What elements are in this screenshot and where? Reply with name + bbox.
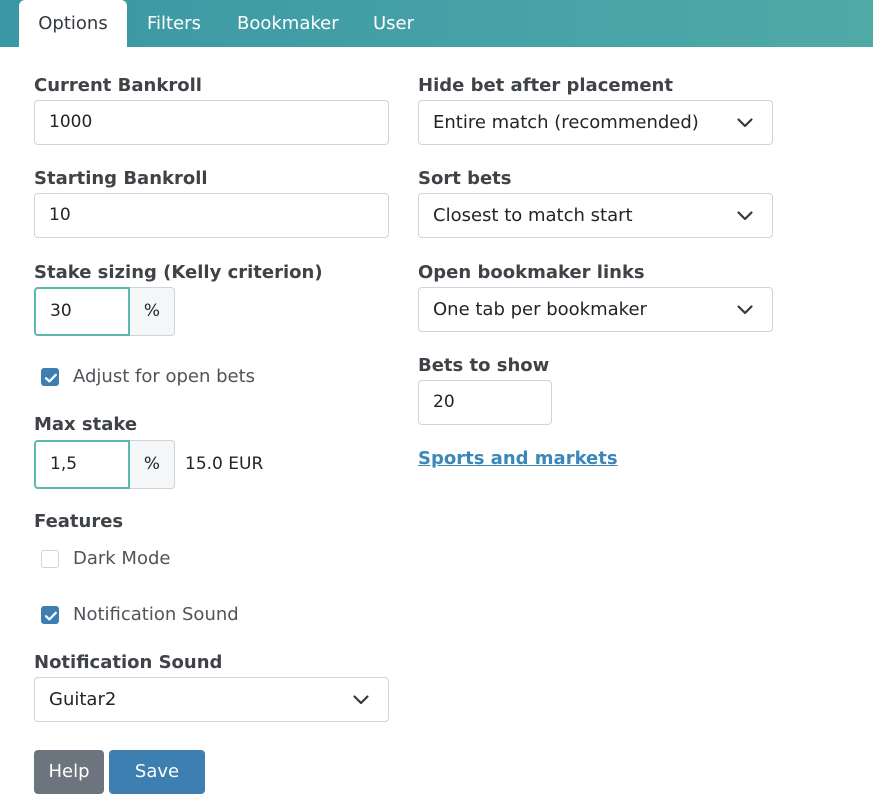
save-button[interactable]: Save [109,750,205,794]
sports-and-markets-link[interactable]: Sports and markets [418,448,618,469]
bets-to-show-label: Bets to show [418,355,550,376]
checkmark-icon [44,373,57,383]
stake-sizing-percent-addon: % [130,287,175,336]
tab-filters[interactable]: Filters [147,0,201,47]
tab-bar: Options Filters Bookmaker User [0,0,873,47]
chevron-down-icon [353,695,369,705]
open-links-select[interactable]: One tab per bookmaker [418,287,773,332]
notification-sound-select[interactable]: Guitar2 [34,677,389,722]
hide-bet-label: Hide bet after placement [418,75,673,96]
stake-sizing-input[interactable]: 30 [34,287,130,336]
checkmark-icon [44,611,57,621]
sort-bets-select-value: Closest to match start [433,205,633,226]
dark-mode-checkbox[interactable] [41,550,59,568]
bets-to-show-input[interactable]: 20 [418,380,552,425]
chevron-down-icon [737,211,753,221]
tab-options[interactable]: Options [19,0,127,47]
adjust-open-bets-label: Adjust for open bets [73,366,256,387]
tab-user[interactable]: User [373,0,414,47]
hide-bet-select[interactable]: Entire match (recommended) [418,100,773,145]
notification-sound-checkbox-label: Notification Sound [73,604,239,625]
notification-sound-select-value: Guitar2 [49,689,117,710]
notification-sound-select-label: Notification Sound [34,652,223,673]
chevron-down-icon [737,118,753,128]
sort-bets-select[interactable]: Closest to match start [418,193,773,238]
max-stake-percent-addon: % [130,440,175,489]
open-links-select-value: One tab per bookmaker [433,299,647,320]
hide-bet-select-value: Entire match (recommended) [433,112,699,133]
max-stake-amount: 15.0 EUR [185,454,264,474]
help-button[interactable]: Help [34,750,104,794]
max-stake-input[interactable]: 1,5 [34,440,130,489]
chevron-down-icon [737,305,753,315]
current-bankroll-input[interactable]: 1000 [34,100,389,145]
open-links-label: Open bookmaker links [418,262,645,283]
adjust-open-bets-checkbox[interactable] [41,368,59,386]
stake-sizing-label: Stake sizing (Kelly criterion) [34,262,323,283]
dark-mode-label: Dark Mode [73,548,171,569]
starting-bankroll-label: Starting Bankroll [34,168,208,189]
notification-sound-checkbox[interactable] [41,606,59,624]
current-bankroll-label: Current Bankroll [34,75,202,96]
sort-bets-label: Sort bets [418,168,512,189]
features-label: Features [34,511,124,532]
max-stake-label: Max stake [34,414,138,435]
starting-bankroll-input[interactable]: 10 [34,193,389,238]
tab-bookmaker[interactable]: Bookmaker [237,0,339,47]
